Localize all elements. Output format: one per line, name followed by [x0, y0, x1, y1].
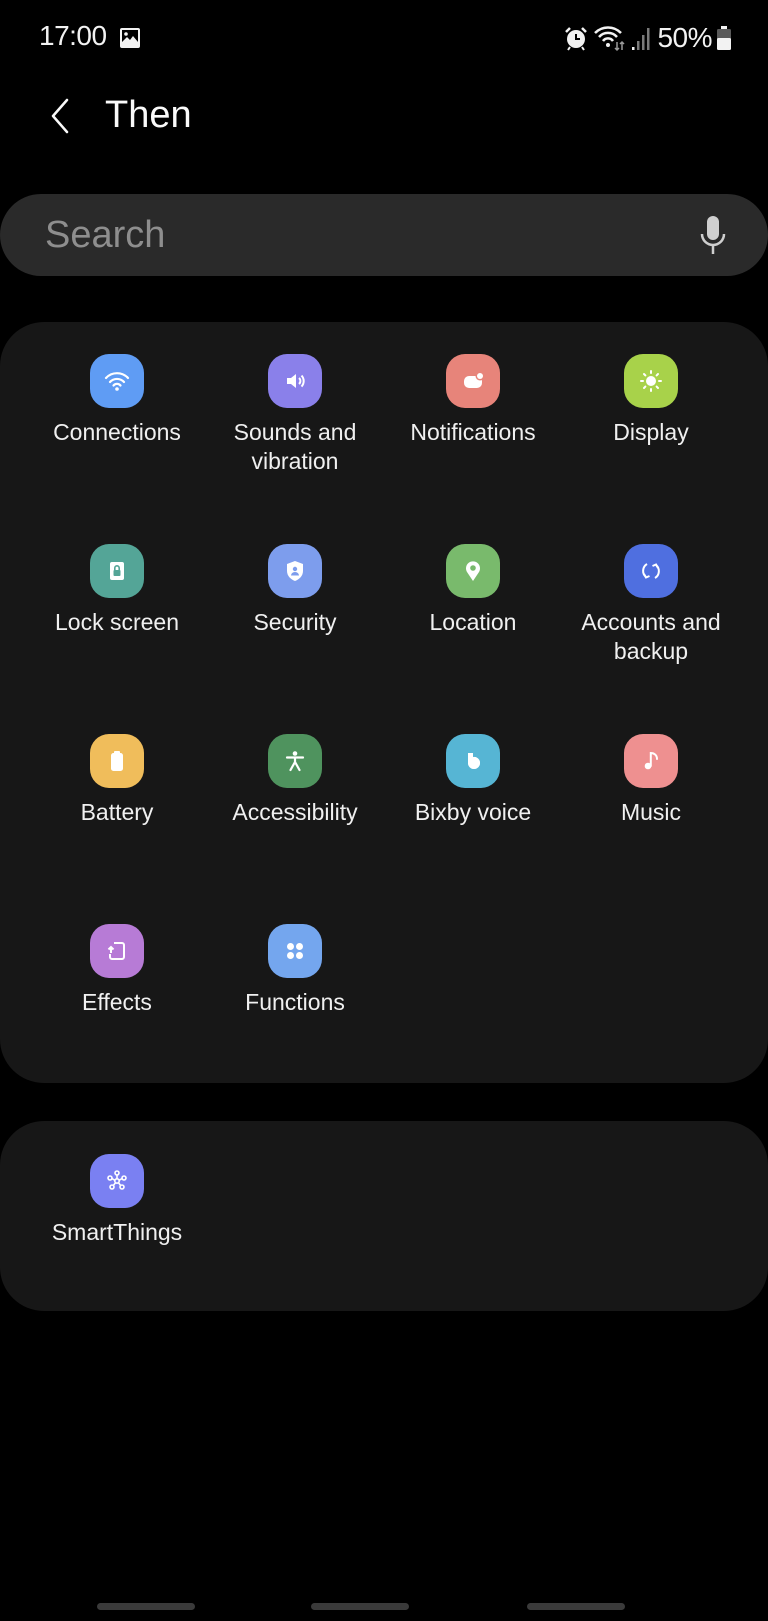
status-time: 17:00: [39, 20, 107, 51]
nav-home-button[interactable]: [311, 1603, 409, 1610]
wifi-icon: [594, 26, 625, 52]
action-tile-label: Functions: [245, 989, 345, 1015]
action-tile-location[interactable]: Location: [384, 544, 562, 637]
action-tile-functions[interactable]: Functions: [206, 924, 384, 1017]
notification-icon: [446, 354, 500, 408]
action-tile-label: Notifications: [410, 419, 536, 445]
action-tile-label: Sounds and vibration: [233, 419, 357, 474]
status-bar: 17:00 50%: [0, 0, 768, 78]
lock-icon: [90, 544, 144, 598]
action-tile-bixby-voice[interactable]: Bixby voice: [384, 734, 562, 827]
status-icons: 50%: [563, 20, 732, 56]
action-tile-sounds-and-vibration[interactable]: Sounds and vibration: [206, 354, 384, 476]
battery-percent: 50%: [657, 22, 712, 53]
back-button[interactable]: [40, 94, 80, 138]
effects-icon: [90, 924, 144, 978]
smartthings-card: SmartThings: [0, 1121, 768, 1311]
action-tile-security[interactable]: Security: [206, 544, 384, 637]
action-tile-label: Security: [253, 609, 337, 635]
navigation-bar: [0, 1590, 768, 1621]
action-tile-label: Battery: [80, 799, 154, 825]
action-tile-label: Lock screen: [54, 609, 179, 635]
action-tile-effects[interactable]: Effects: [28, 924, 206, 1017]
signal-icon: [632, 28, 650, 50]
search-bar: [0, 194, 768, 276]
action-tile-label: Accessibility: [232, 799, 358, 825]
action-tile-label: Connections: [53, 419, 181, 445]
app-bar: Then: [0, 78, 768, 156]
action-tile-notifications[interactable]: Notifications: [384, 354, 562, 447]
microphone-icon[interactable]: [698, 214, 728, 256]
actions-card: Connections Sounds and vibration Notificat…: [0, 322, 768, 1083]
wifi-icon: [90, 354, 144, 408]
alarm-icon: [565, 27, 588, 51]
action-tile-label: Accounts and backup: [581, 609, 721, 664]
battery-icon: [90, 734, 144, 788]
action-tile-battery[interactable]: Battery: [28, 734, 206, 827]
action-tile-accounts-and-backup[interactable]: Accounts and backup: [562, 544, 740, 666]
location-pin-icon: [446, 544, 500, 598]
brightness-icon: [624, 354, 678, 408]
search-input[interactable]: [45, 194, 645, 276]
action-tile-label: SmartThings: [51, 1219, 183, 1245]
action-tile-label: Display: [613, 419, 689, 445]
action-tile-label: Effects: [82, 989, 152, 1015]
nav-back-button[interactable]: [527, 1603, 625, 1610]
chevron-left-icon: [51, 98, 69, 134]
action-tile-label: Music: [620, 799, 682, 825]
bixby-icon: [446, 734, 500, 788]
shield-icon: [268, 544, 322, 598]
action-tile-label: Bixby voice: [414, 799, 532, 825]
action-tile-connections[interactable]: Connections: [28, 354, 206, 447]
accessibility-icon: [268, 734, 322, 788]
action-tile-smartthings[interactable]: SmartThings: [28, 1154, 206, 1247]
smartthings-icon: [90, 1154, 144, 1208]
action-tile-label: Location: [429, 609, 517, 635]
sync-icon: [624, 544, 678, 598]
battery-icon: [717, 26, 731, 50]
action-tile-accessibility[interactable]: Accessibility: [206, 734, 384, 827]
speaker-icon: [268, 354, 322, 408]
page-title: Then: [105, 94, 192, 136]
nav-recents-button[interactable]: [97, 1603, 195, 1610]
action-tile-music[interactable]: Music: [562, 734, 740, 827]
music-note-icon: [624, 734, 678, 788]
action-tile-lock-screen[interactable]: Lock screen: [28, 544, 206, 637]
action-tile-display[interactable]: Display: [562, 354, 740, 447]
functions-icon: [268, 924, 322, 978]
gallery-icon: [120, 28, 140, 48]
